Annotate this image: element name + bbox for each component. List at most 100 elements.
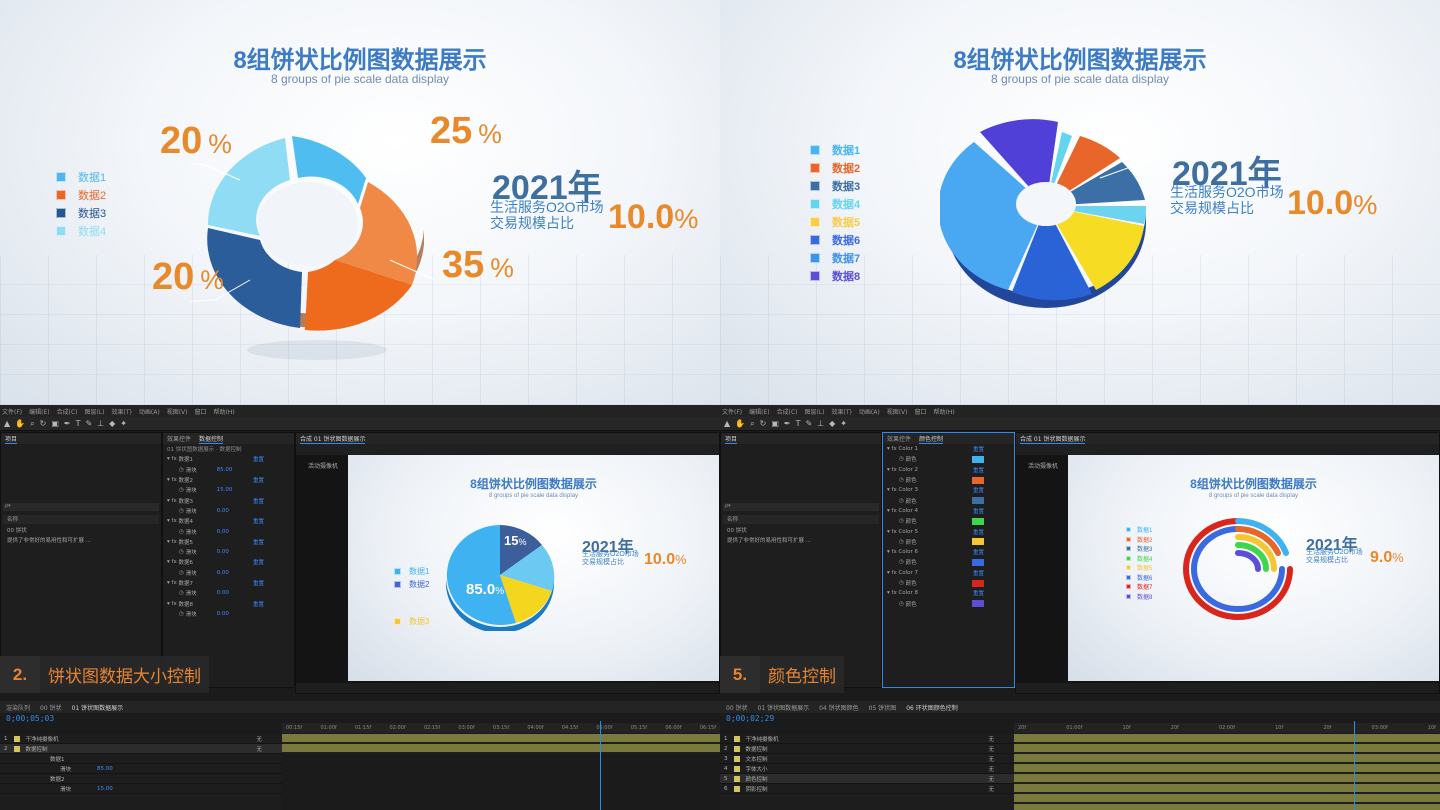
effect-toggle-icon[interactable]: ▾ fx [887,570,898,576]
effect-toggle-icon[interactable]: ▾ fx [887,590,898,596]
layer-row[interactable]: 3 文本控制 无 [720,754,1014,764]
playhead[interactable] [600,721,601,810]
hand-tool-icon[interactable]: ✋ [735,419,745,428]
menu-item[interactable]: 窗口 [194,407,206,416]
effect-param-row[interactable]: ◷ 颜色 [883,537,1014,547]
brush-tool-icon[interactable]: ✎ [805,419,812,428]
menu-item[interactable]: 视图(V) [887,407,908,416]
layer-parent[interactable]: 无 [256,735,262,743]
pen-tool-icon[interactable]: ✒ [784,419,791,428]
effect-toggle-icon[interactable]: ▾ fx [887,549,898,555]
layer-parent[interactable]: 无 [256,745,262,753]
param-value[interactable]: 0.00 [217,590,229,596]
menu-item[interactable]: 文件(F) [722,407,742,416]
effect-reset[interactable]: 重置 [253,455,264,463]
effect-param-row[interactable]: ◷ 滑块 0.00 [163,568,294,578]
timecode[interactable]: 0;00;05;03 [6,714,54,723]
effect-row[interactable]: ▾ fx 数据7 重置 [163,578,294,588]
effect-reset[interactable]: 重置 [973,589,984,597]
effect-row[interactable]: ▾ fx Color 6 重置 [883,547,1014,557]
effect-reset[interactable]: 重置 [253,538,264,546]
effect-toggle-icon[interactable]: ▾ fx [167,518,178,524]
comp-viewer[interactable]: 活动摄像机 8组饼状比例图数据展示 8 groups of pie scale … [1016,455,1439,683]
color-swatch[interactable] [972,497,984,505]
effect-reset[interactable]: 重置 [253,558,264,566]
effect-row[interactable]: ▾ fx 数据8 重置 [163,598,294,608]
effect-param-row[interactable]: ◷ 滑块 15.00 [163,485,294,495]
effect-reset[interactable]: 重置 [973,528,984,536]
effect-toggle-icon[interactable]: ▾ fx [167,477,178,483]
effect-toggle-icon[interactable]: ▾ fx [887,446,898,452]
effect-reset[interactable]: 重置 [253,476,264,484]
color-swatch[interactable] [972,579,984,587]
effect-row[interactable]: ▾ fx Color 7 重置 [883,568,1014,578]
param-value[interactable]: 0.00 [217,549,229,555]
project-item[interactable]: 00 饼状 [3,525,27,535]
layer-row[interactable]: 1 干净纯摄像机 无 [0,734,282,744]
effect-reset[interactable]: 重置 [253,517,264,525]
panel-tab-project[interactable]: 项目 [725,434,738,444]
timeline-tab[interactable]: 00 饼状 [40,703,62,712]
layer-prop[interactable]: 数据2 [0,774,282,784]
layer-prop[interactable]: 滑块 15.00 [0,784,282,794]
zoom-tool-icon[interactable]: ⌕ [750,419,754,429]
timecode[interactable]: 0;00;02;29 [726,714,774,723]
project-search-input[interactable]: ρ▾ [723,503,879,511]
effect-toggle-icon[interactable]: ▾ fx [167,559,178,565]
effect-reset[interactable]: 重置 [973,548,984,556]
effect-row[interactable]: ▾ fx 数据1 重置 [163,454,294,464]
prop-value[interactable]: 85.00 [97,766,113,772]
camera-tool-icon[interactable]: ▣ [51,419,59,428]
panel-tab-layer[interactable]: 颜色控制 [919,434,944,444]
effect-reset[interactable]: 重置 [973,466,984,474]
menu-item[interactable]: 文件(F) [2,407,22,416]
layer-row[interactable]: 1 干净纯摄像机 无 [720,734,1014,744]
layer-row[interactable]: 6 阴影控制 无 [720,784,1014,794]
color-swatch[interactable] [972,476,984,484]
menu-item[interactable]: 视图(V) [167,407,188,416]
comp-tab[interactable]: 合成 01 饼状图数据展示 [1020,434,1086,444]
timeline-tab-active[interactable]: 01 饼状图数据展示 [72,703,124,712]
text-tool-icon[interactable]: T [796,419,801,428]
layer-parent[interactable]: 无 [988,745,994,753]
effect-param-row[interactable]: ◷ 颜色 [883,598,1014,608]
effect-toggle-icon[interactable]: ▾ fx [167,601,178,607]
layer-bars[interactable] [282,734,720,754]
rotate-tool-icon[interactable]: ↻ [760,419,767,428]
effect-param-row[interactable]: ◷ 颜色 [883,495,1014,505]
rotate-tool-icon[interactable]: ↻ [40,419,47,428]
eraser-tool-icon[interactable]: ◆ [829,419,835,428]
color-swatch[interactable] [972,538,984,546]
effect-row[interactable]: ▾ fx 数据6 重置 [163,557,294,567]
project-item[interactable]: 提供了非常好的易用性和可扩展 ... [723,535,811,545]
menu-item[interactable]: 效果(T) [832,407,852,416]
timeline-tab-active[interactable]: 06 环状图颜色控制 [906,703,958,712]
panel-tab-effects[interactable]: 效果控件 [887,434,911,443]
effect-param-row[interactable]: ◷ 滑块 0.00 [163,506,294,516]
panel-tab-project[interactable]: 项目 [5,434,18,444]
timeline-tab[interactable]: 00 饼状 [726,703,748,712]
layer-parent[interactable]: 无 [988,735,994,743]
menu-item[interactable]: 帮助(H) [934,407,955,416]
menu-item[interactable]: 合成(C) [777,407,798,416]
prop-value[interactable]: 15.00 [97,786,113,792]
timeline-tab[interactable]: 渲染队列 [6,703,30,712]
effect-toggle-icon[interactable]: ▾ fx [887,467,898,473]
playhead[interactable] [1354,721,1355,810]
effect-row[interactable]: ▾ fx 数据4 重置 [163,516,294,526]
brush-tool-icon[interactable]: ✎ [85,419,92,428]
effect-toggle-icon[interactable]: ▾ fx [887,487,898,493]
pin-tool-icon[interactable]: ✦ [840,419,847,428]
project-item[interactable]: 00 饼状 [723,525,747,535]
effect-row[interactable]: ▾ fx Color 1 重置 [883,444,1014,454]
time-ruler[interactable]: 00:15f 01:00f 01:15f 02:00f 02:15f 03:00f 03:1… [282,723,720,733]
effect-param-row[interactable]: ◷ 颜色 [883,516,1014,526]
menu-item[interactable]: 合成(C) [57,407,78,416]
layer-parent[interactable]: 无 [988,755,994,763]
effect-toggle-icon[interactable]: ▾ fx [887,529,898,535]
effect-reset[interactable]: 重置 [973,445,984,453]
effect-row[interactable]: ▾ fx 数据3 重置 [163,495,294,505]
selection-tool-icon[interactable]: ▲ [4,419,10,428]
effect-reset[interactable]: 重置 [253,600,264,608]
effect-reset[interactable]: 重置 [973,569,984,577]
